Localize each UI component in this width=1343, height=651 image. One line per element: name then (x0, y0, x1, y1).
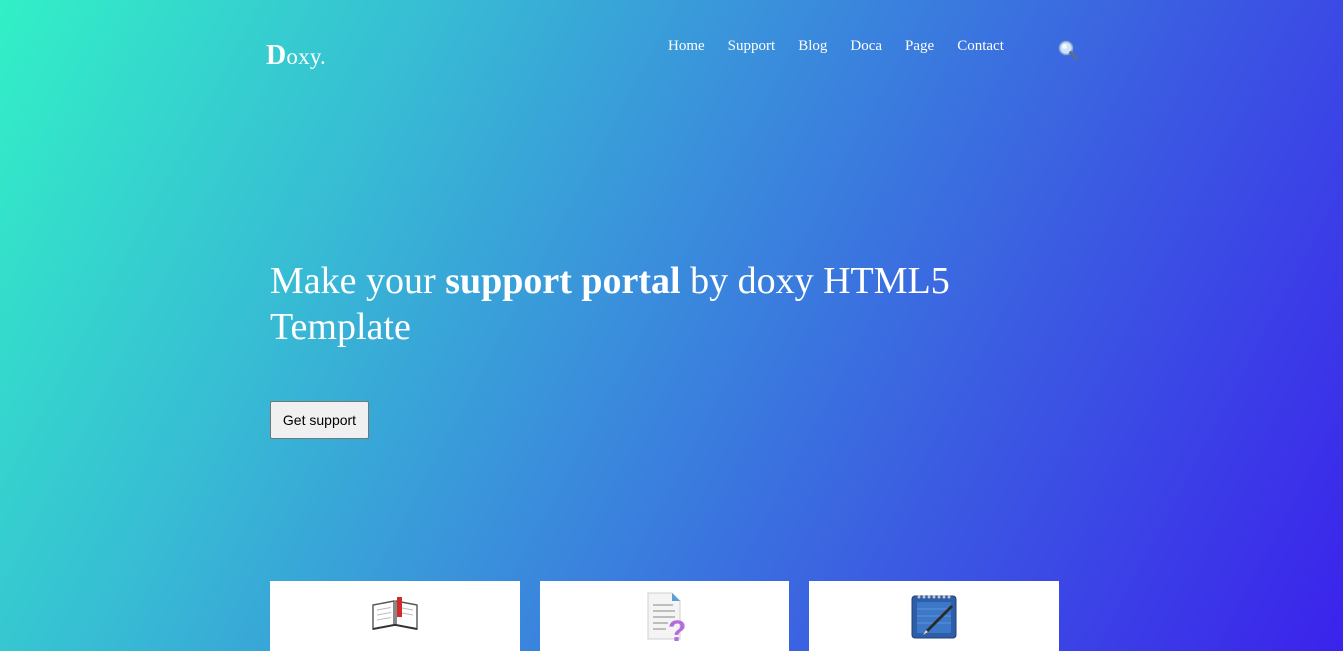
svg-text:?: ? (668, 615, 686, 643)
nav-link-blog[interactable]: Blog (798, 38, 827, 55)
hero-section: Doxy. Home Support Blog Doca Page Contac… (0, 0, 1343, 651)
logo[interactable]: Doxy. (266, 40, 326, 72)
hero-headline: Make your support portal by doxy HTML5 T… (270, 258, 950, 350)
headline-emphasis: support portal (445, 260, 681, 302)
main-nav: Home Support Blog Doca Page Contact (668, 38, 1027, 55)
nav-link-contact[interactable]: Contact (957, 38, 1004, 55)
help-document-icon: ? (647, 592, 686, 643)
search-button[interactable] (1057, 39, 1079, 61)
notepad-pen-icon (911, 595, 957, 639)
logo-text: oxy. (286, 44, 326, 69)
feature-card-2[interactable]: ? (540, 581, 789, 651)
feature-card-1[interactable] (270, 581, 520, 651)
get-support-button[interactable]: Get support (270, 401, 369, 439)
magnifier-icon (1058, 40, 1078, 60)
nav-link-doca[interactable]: Doca (850, 38, 882, 55)
logo-initial: D (266, 40, 287, 71)
feature-card-3[interactable] (809, 581, 1059, 651)
nav-link-support[interactable]: Support (728, 38, 776, 55)
nav-link-page[interactable]: Page (905, 38, 934, 55)
headline-part-1: Make your (270, 260, 446, 302)
open-book-icon (372, 597, 418, 630)
nav-link-home[interactable]: Home (668, 38, 705, 55)
